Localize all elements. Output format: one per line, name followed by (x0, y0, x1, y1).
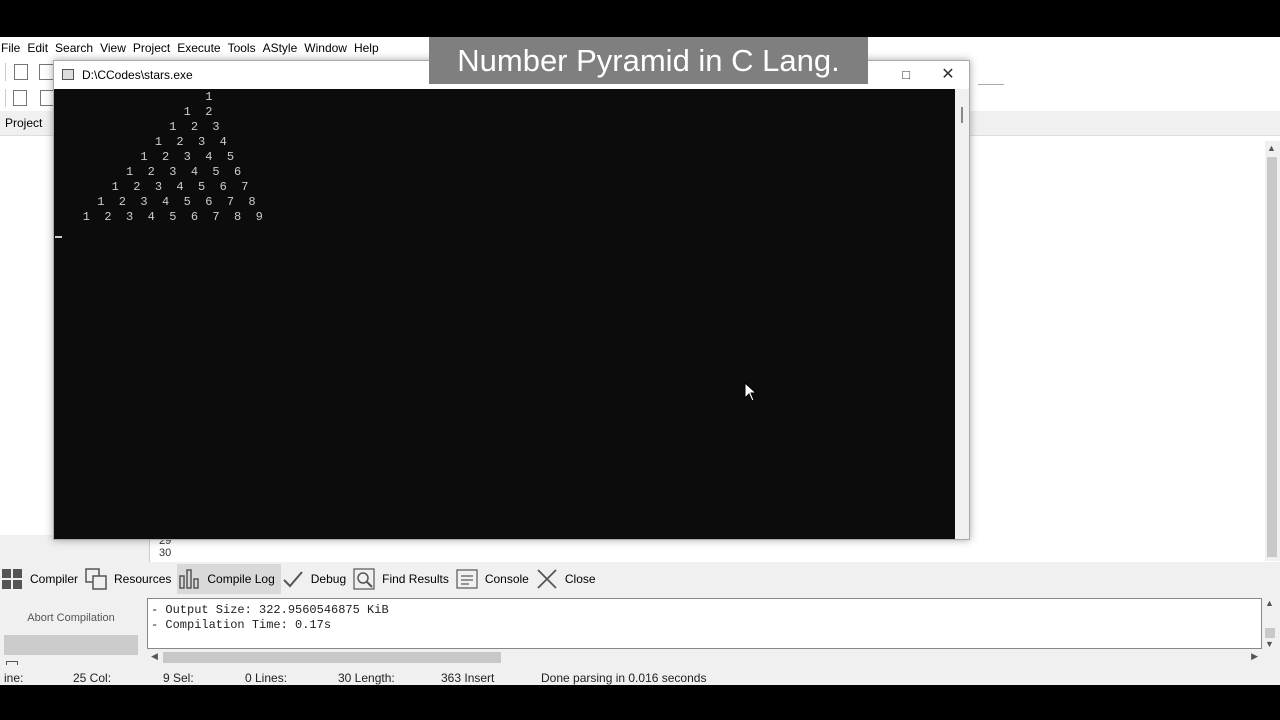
console-line: 1 2 3 4 5 (54, 150, 235, 164)
menu-window[interactable]: Window (304, 37, 354, 59)
compile-progress-bar (4, 635, 138, 655)
menu-help[interactable]: Help (354, 37, 386, 59)
console-line: 1 2 3 (54, 120, 220, 134)
chart-icon (177, 567, 201, 591)
status-lines-value: 30 Length: (338, 673, 395, 685)
bookmark-icon[interactable] (40, 90, 54, 106)
tab-close[interactable]: Close (535, 564, 602, 594)
tab-debug[interactable]: Debug (281, 564, 352, 594)
log-line: - Compilation Time: 0.17s (151, 618, 332, 632)
status-bar: ine: 25 Col: 9 Sel: 0 Lines: 30 Length: … (0, 673, 1280, 685)
status-sel-value: 0 Lines: (245, 673, 288, 685)
tab-console[interactable]: Console (455, 564, 535, 594)
menu-file[interactable]: File (0, 37, 27, 59)
menu-search[interactable]: Search (55, 37, 100, 59)
menu-project[interactable]: Project (133, 37, 177, 59)
mouse-pointer-icon (744, 382, 758, 402)
compile-log-output[interactable]: - Output Size: 322.9560546875 KiB - Comp… (147, 598, 1262, 649)
close-icon (535, 567, 559, 591)
tab-project[interactable]: Project (0, 111, 52, 135)
status-col-value: 9 Sel: (163, 673, 194, 685)
console-line: 1 2 3 4 (54, 135, 227, 149)
tab-resources[interactable]: Resources (84, 564, 177, 594)
menu-astyle[interactable]: AStyle (263, 37, 305, 59)
scrollbar-thumb[interactable] (1267, 157, 1277, 557)
console-line: 1 2 3 4 5 6 (54, 165, 242, 179)
console-icon (455, 567, 479, 591)
checkbox[interactable] (6, 661, 18, 665)
menu-view[interactable]: View (100, 37, 133, 59)
new-file-icon[interactable] (14, 64, 28, 80)
menu-tools[interactable]: Tools (228, 37, 263, 59)
check-icon (281, 567, 305, 591)
status-line-value: 25 Col: (73, 673, 112, 685)
log-vertical-scrollbar[interactable]: ▲ ▼ (1263, 598, 1278, 649)
scroll-up-icon[interactable]: ▲ (1265, 598, 1274, 608)
console-window[interactable]: D:\CCodes\stars.exe □ ✕ 1 1 2 1 2 3 1 2 … (53, 60, 970, 540)
menu-execute[interactable]: Execute (177, 37, 227, 59)
console-line: 1 2 (54, 105, 213, 119)
grid-icon (0, 567, 24, 591)
console-line: 1 (54, 90, 213, 104)
tab-label: Compiler (30, 572, 79, 586)
console-scrollbar[interactable] (955, 89, 969, 539)
abort-compilation-button[interactable]: Abort Compilation (4, 603, 138, 633)
text-cursor (55, 236, 62, 238)
bottom-tab-bar: Compiler Resources Compile Log Debug Fin… (0, 563, 1280, 595)
tab-label: Debug (310, 572, 347, 586)
console-line: 1 2 3 4 5 6 7 8 9 (54, 210, 263, 224)
line-number: 30 (159, 547, 172, 559)
tab-label: Find Results (382, 572, 449, 586)
console-title: D:\CCodes\stars.exe (82, 68, 193, 82)
console-line: 1 2 3 4 5 6 7 8 (54, 195, 256, 209)
maximize-icon[interactable]: □ (891, 67, 921, 83)
tab-compiler[interactable]: Compiler (0, 564, 84, 594)
tab-label: Console (484, 572, 529, 586)
tab-compile-log[interactable]: Compile Log (177, 564, 281, 594)
scroll-right-icon[interactable]: ▶ (1251, 651, 1258, 662)
find-icon (352, 567, 376, 591)
scroll-up-icon[interactable]: ▲ (1267, 143, 1276, 153)
console-output[interactable]: 1 1 2 1 2 3 1 2 3 4 1 2 3 4 5 1 2 3 4 5 … (54, 89, 955, 539)
scrollbar-thumb[interactable] (163, 652, 501, 663)
editor-scrollbar[interactable]: ▲ (1265, 141, 1280, 561)
console-text: 1 1 2 1 2 3 1 2 3 4 1 2 3 4 5 1 2 3 4 5 … (54, 90, 263, 225)
scrollbar-thumb[interactable] (961, 107, 963, 123)
log-horizontal-scrollbar[interactable]: ◀ ▶ (147, 650, 1262, 665)
console-app-icon (62, 69, 74, 80)
resources-icon (84, 567, 108, 591)
tab-label: Compile Log (207, 572, 275, 586)
status-length-value: 363 Insert (441, 673, 495, 685)
close-window-icon[interactable]: ✕ (933, 64, 963, 84)
compile-icon[interactable] (13, 90, 27, 106)
video-caption: Number Pyramid in C Lang. (429, 37, 868, 84)
status-message: Done parsing in 0.016 seconds (541, 673, 707, 685)
log-line: - Output Size: 322.9560546875 KiB (151, 603, 389, 617)
tab-label: Resources (114, 572, 172, 586)
scroll-down-icon[interactable]: ▼ (1265, 639, 1274, 649)
tab-find-results[interactable]: Find Results (352, 564, 455, 594)
console-line: 1 2 3 4 5 6 7 (54, 180, 249, 194)
tab-label: Close (564, 572, 596, 586)
toolbar-grip (5, 89, 6, 107)
scroll-left-icon[interactable]: ◀ (151, 651, 158, 662)
toolbar-grip (5, 63, 6, 81)
scrollbar-thumb[interactable] (1265, 628, 1275, 638)
menu-edit[interactable]: Edit (27, 37, 55, 59)
status-line-label: ine: (4, 673, 24, 685)
compile-log-panel: Abort Compilation - Output Size: 322.956… (0, 595, 1280, 665)
